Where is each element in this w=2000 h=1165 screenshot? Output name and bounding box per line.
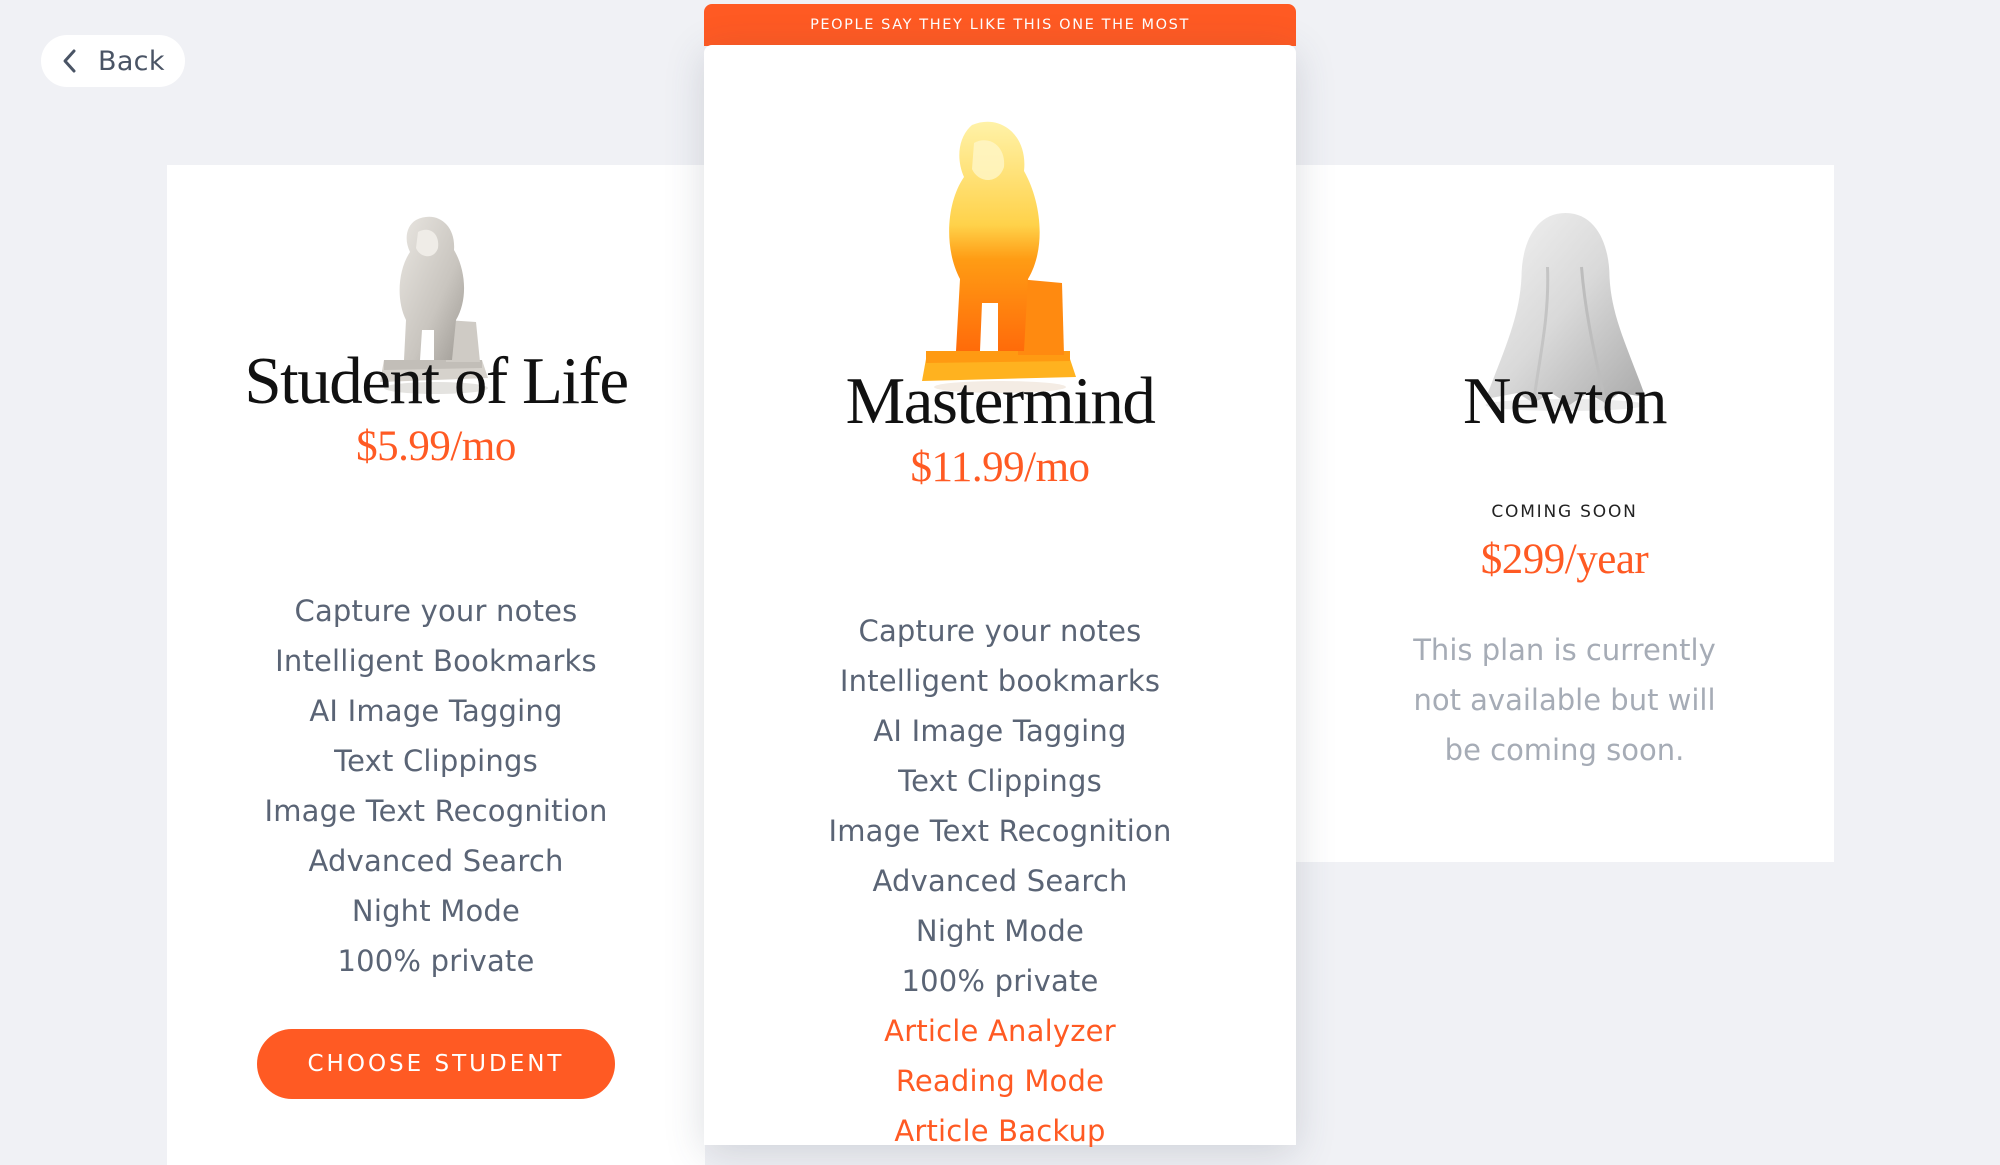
feature-item: AI Image Tagging <box>309 694 563 728</box>
coming-soon-badge: COMING SOON <box>1491 502 1638 522</box>
choose-student-button[interactable]: CHOOSE STUDENT <box>257 1029 615 1099</box>
plan-card-newton: Newton COMING SOON $299/year This plan i… <box>1295 165 1834 862</box>
extra-feature-item: Article Analyzer <box>884 1014 1116 1048</box>
feature-item: 100% private <box>337 944 535 978</box>
feature-item: Advanced Search <box>872 864 1128 898</box>
extra-feature-item: Article Backup <box>894 1114 1106 1148</box>
feature-item: Image Text Recognition <box>264 794 608 828</box>
chevron-left-icon <box>59 47 81 75</box>
feature-item: Night Mode <box>915 914 1085 948</box>
feature-item: Intelligent Bookmarks <box>275 644 597 678</box>
plan-card-mastermind: Mastermind $11.99/mo Capture your notes … <box>704 45 1296 1148</box>
plan-mastermind-statue-icon <box>920 119 1080 398</box>
feature-list: Capture your notes Intelligent Bookmarks… <box>167 586 705 986</box>
feature-item: Text Clippings <box>334 744 538 778</box>
feature-item: Advanced Search <box>308 844 564 878</box>
feature-list: Capture your notes Intelligent bookmarks… <box>704 606 1296 1156</box>
feature-item: Image Text Recognition <box>828 814 1172 848</box>
back-button-label: Back <box>98 45 165 77</box>
popular-banner: PEOPLE SAY THEY LIKE THIS ONE THE MOST <box>704 4 1296 46</box>
plan-price: $11.99/mo <box>910 444 1090 491</box>
extra-feature-item: Reading Mode <box>895 1064 1105 1098</box>
plan-price: $299/year <box>1480 536 1649 583</box>
feature-item: 100% private <box>901 964 1099 998</box>
feature-item: Intelligent bookmarks <box>839 664 1161 698</box>
plan-name: Student of Life <box>244 344 629 418</box>
plan-name: Mastermind <box>845 364 1156 438</box>
feature-item: AI Image Tagging <box>873 714 1127 748</box>
feature-item: Capture your notes <box>294 594 578 628</box>
feature-item: Capture your notes <box>858 614 1142 648</box>
plan-card-student: Student of Life $5.99/mo Capture your no… <box>167 165 705 1165</box>
back-button[interactable]: Back <box>41 35 185 87</box>
plan-price: $5.99/mo <box>356 423 516 470</box>
feature-item: Night Mode <box>351 894 521 928</box>
unavailable-note: This plan is currently not available but… <box>1413 633 1716 767</box>
plan-name: Newton <box>1462 364 1668 438</box>
feature-item: Text Clippings <box>898 764 1102 798</box>
